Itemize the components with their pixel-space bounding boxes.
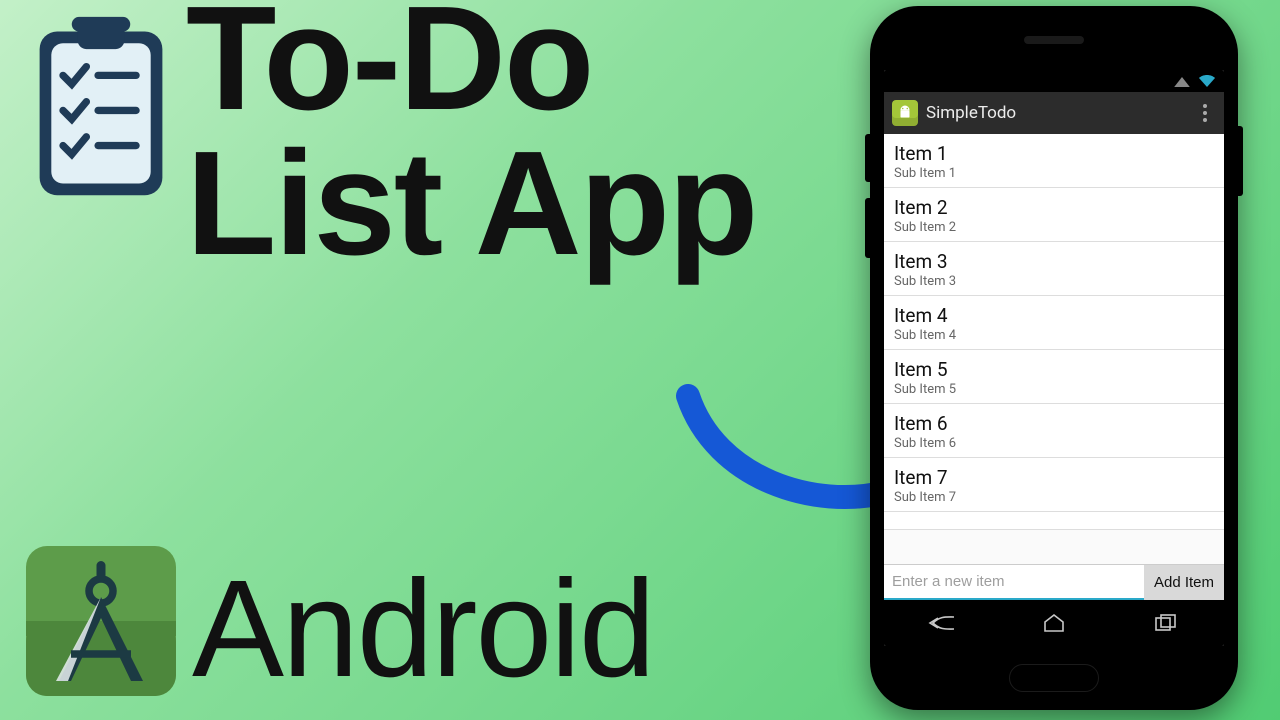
list-row[interactable] <box>884 512 1224 530</box>
list-row[interactable]: Item 7Sub Item 7 <box>884 458 1224 512</box>
list-item-subtitle: Sub Item 2 <box>894 220 1214 235</box>
overflow-menu-icon[interactable] <box>1194 92 1216 134</box>
list-item-subtitle: Sub Item 6 <box>894 436 1214 451</box>
wifi-icon <box>1198 74 1216 88</box>
phone-screen: SimpleTodo Item 1Sub Item 1Item 2Sub Ite… <box>884 70 1224 646</box>
add-item-button[interactable]: Add Item <box>1144 565 1224 600</box>
list-row[interactable]: Item 6Sub Item 6 <box>884 404 1224 458</box>
list-item-subtitle: Sub Item 3 <box>894 274 1214 289</box>
nav-bar <box>884 600 1224 646</box>
todo-list[interactable]: Item 1Sub Item 1Item 2Sub Item 2Item 3Su… <box>884 134 1224 564</box>
list-item-title: Item 5 <box>894 358 1214 381</box>
status-bar <box>884 70 1224 92</box>
list-row[interactable]: Item 5Sub Item 5 <box>884 350 1224 404</box>
clipboard-icon <box>26 14 176 204</box>
list-row[interactable]: Item 4Sub Item 4 <box>884 296 1224 350</box>
headline-line1: To-Do <box>186 0 756 131</box>
list-item-title: Item 2 <box>894 196 1214 219</box>
input-bar: Add Item <box>884 564 1224 600</box>
android-robot-icon <box>892 100 918 126</box>
list-row[interactable]: Item 2Sub Item 2 <box>884 188 1224 242</box>
platform-label: Android <box>192 560 654 698</box>
action-bar: SimpleTodo <box>884 92 1224 134</box>
nav-recent-icon[interactable] <box>1137 607 1197 639</box>
headline: To-Do List App <box>186 0 756 276</box>
list-item-title: Item 4 <box>894 304 1214 327</box>
app-title: SimpleTodo <box>926 103 1186 123</box>
android-studio-icon <box>26 546 176 696</box>
list-item-subtitle: Sub Item 4 <box>894 328 1214 343</box>
nav-home-icon[interactable] <box>1024 607 1084 639</box>
headline-line2: List App <box>186 131 756 276</box>
list-row[interactable]: Item 3Sub Item 3 <box>884 242 1224 296</box>
list-item-title: Item 6 <box>894 412 1214 435</box>
signal-icon <box>1174 77 1190 87</box>
list-item-subtitle: Sub Item 1 <box>894 166 1214 181</box>
list-item-subtitle: Sub Item 5 <box>894 382 1214 397</box>
nav-back-icon[interactable] <box>911 607 971 639</box>
list-item-title: Item 3 <box>894 250 1214 273</box>
list-item-title: Item 7 <box>894 466 1214 489</box>
phone-home-button <box>1009 664 1099 692</box>
list-item-title: Item 1 <box>894 142 1214 165</box>
new-item-input[interactable] <box>884 565 1144 600</box>
phone-mockup: SimpleTodo Item 1Sub Item 1Item 2Sub Ite… <box>870 6 1238 710</box>
list-item-subtitle: Sub Item 7 <box>894 490 1214 505</box>
list-row[interactable]: Item 1Sub Item 1 <box>884 134 1224 188</box>
